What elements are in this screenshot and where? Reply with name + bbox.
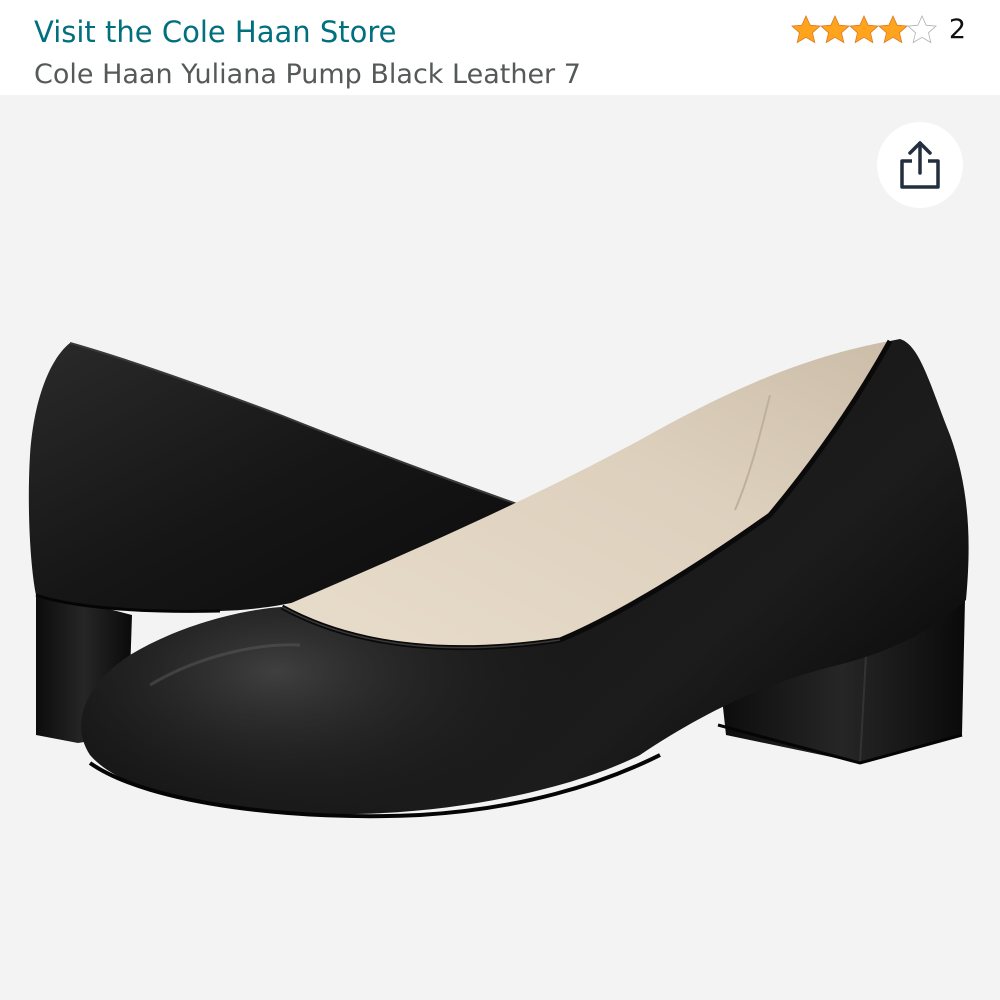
product-image-carousel[interactable] bbox=[0, 95, 1000, 1000]
store-link[interactable]: Visit the Cole Haan Store bbox=[34, 12, 397, 52]
star-rating bbox=[791, 12, 937, 48]
product-title: Cole Haan Yuliana Pump Black Leather 7 bbox=[34, 59, 581, 90]
rating-summary[interactable]: 2 bbox=[791, 12, 966, 48]
share-button[interactable] bbox=[877, 122, 963, 208]
star-icon bbox=[791, 15, 821, 43]
star-icon bbox=[849, 15, 879, 43]
star-icon bbox=[878, 15, 908, 43]
rating-count: 2 bbox=[948, 14, 966, 45]
half-star-icon bbox=[907, 15, 937, 43]
product-header: Visit the Cole Haan Store Cole Haan Yuli… bbox=[0, 0, 1000, 95]
product-image bbox=[28, 339, 969, 819]
product-page: Visit the Cole Haan Store Cole Haan Yuli… bbox=[0, 0, 1000, 1000]
star-icon bbox=[820, 15, 850, 43]
star-rating-icon bbox=[791, 15, 937, 43]
share-icon bbox=[900, 141, 940, 189]
